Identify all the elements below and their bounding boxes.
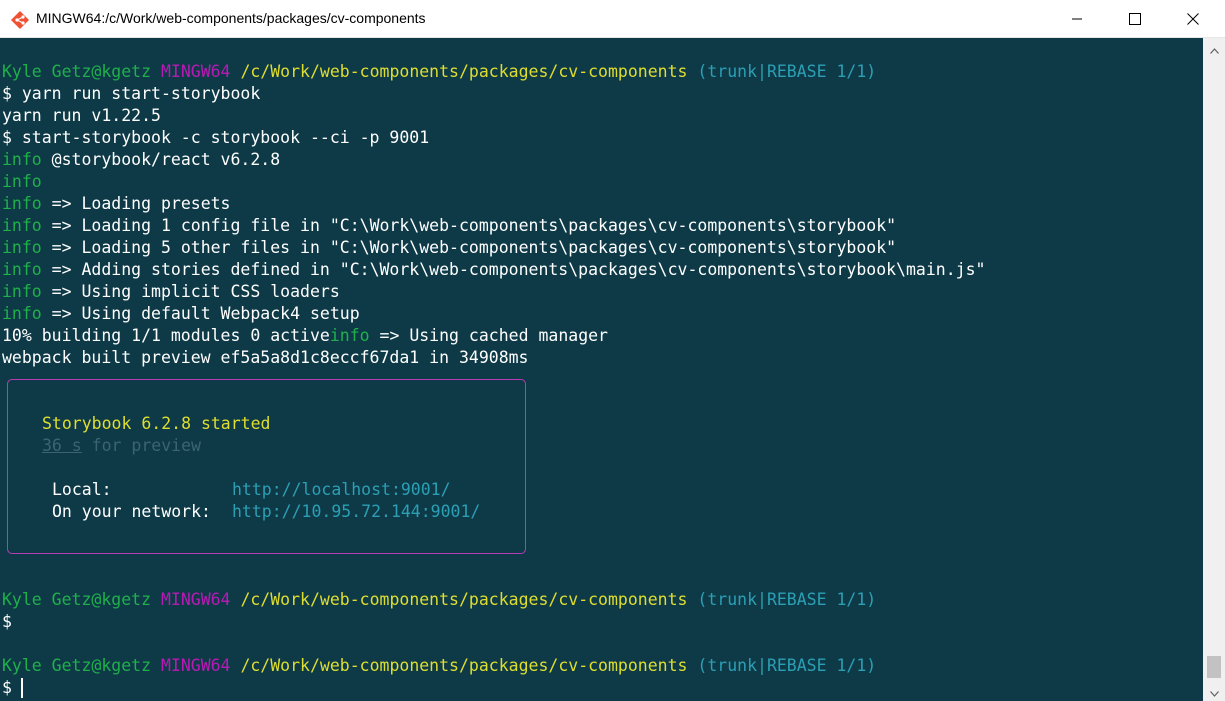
- log-line: info => Loading presets: [2, 194, 231, 213]
- git-bash-icon: [10, 10, 30, 30]
- log-line: info => Adding stories defined in "C:\Wo…: [2, 260, 986, 279]
- scroll-down-arrow-icon: [1209, 682, 1219, 701]
- log-line: info => Using default Webpack4 setup: [2, 304, 360, 323]
- prompt-symbol: $: [2, 612, 12, 631]
- local-url-link[interactable]: http://localhost:9001/: [232, 479, 451, 501]
- prompt-path: /c/Work/web-components/packages/cv-compo…: [240, 590, 688, 609]
- prompt-line: Kyle Getz@kgetz MINGW64 /c/Work/web-comp…: [2, 655, 876, 677]
- prompt-path: /c/Work/web-components/packages/cv-compo…: [240, 656, 688, 675]
- window-title: MINGW64:/c/Work/web-components/packages/…: [36, 10, 426, 26]
- network-label: On your network:: [52, 502, 211, 521]
- command-text: yarn run start-storybook: [11, 84, 261, 103]
- log-line: info => Loading 1 config file in "C:\Wor…: [2, 216, 897, 235]
- prompt-line: Kyle Getz@kgetz MINGW64 /c/Work/web-comp…: [2, 589, 876, 611]
- close-icon: [1187, 13, 1199, 25]
- minimize-button[interactable]: [1048, 0, 1106, 38]
- info-tag: info: [2, 194, 42, 213]
- info-tag: info: [2, 260, 42, 279]
- terminal-output[interactable]: Kyle Getz@kgetz MINGW64 /c/Work/web-comp…: [0, 38, 1203, 701]
- log-line: webpack built preview ef5a5a8d1c8eccf67d…: [2, 348, 529, 367]
- close-button[interactable]: [1164, 0, 1222, 38]
- network-url-link[interactable]: http://10.95.72.144:9001/: [232, 501, 480, 523]
- prompt-branch: (trunk|REBASE 1/1): [697, 656, 877, 675]
- minimize-icon: [1071, 13, 1083, 25]
- log-line: yarn run v1.22.5: [2, 106, 161, 125]
- scroll-up-button[interactable]: [1203, 38, 1225, 58]
- prompt-env: MINGW64: [160, 656, 231, 675]
- log-line: $ start-storybook -c storybook --ci -p 9…: [2, 128, 430, 147]
- preview-time-text: 36 s for preview: [42, 436, 201, 455]
- prompt-branch: (trunk|REBASE 1/1): [697, 62, 877, 81]
- info-tag: info: [2, 304, 42, 323]
- local-label: Local:: [52, 480, 112, 499]
- prompt-symbol: $: [2, 84, 12, 103]
- prompt-path: /c/Work/web-components/packages/cv-compo…: [240, 62, 688, 81]
- vertical-scrollbar[interactable]: [1203, 38, 1225, 701]
- prompt-user: Kyle Getz@kgetz: [2, 62, 152, 81]
- storybook-started-text: Storybook 6.2.8 started: [42, 414, 271, 433]
- info-tag: info: [2, 282, 42, 301]
- log-line: info @storybook/react v6.2.8: [2, 150, 281, 169]
- log-line: 10% building 1/1 modules 0 activeinfo =>…: [2, 326, 608, 345]
- prompt-user: Kyle Getz@kgetz: [2, 590, 152, 609]
- prompt-line: Kyle Getz@kgetz MINGW64 /c/Work/web-comp…: [2, 61, 876, 83]
- maximize-button[interactable]: [1106, 0, 1164, 38]
- scroll-down-button[interactable]: [1203, 681, 1225, 701]
- title-bar: MINGW64:/c/Work/web-components/packages/…: [0, 0, 1225, 38]
- info-tag: info: [2, 238, 42, 257]
- log-line: info => Using implicit CSS loaders: [2, 282, 340, 301]
- log-line: info => Loading 5 other files in "C:\Wor…: [2, 238, 897, 257]
- info-tag: info: [2, 172, 42, 191]
- info-tag: info: [2, 216, 42, 235]
- prompt-env: MINGW64: [160, 590, 231, 609]
- scroll-up-arrow-icon: [1209, 39, 1219, 58]
- info-tag: info: [329, 326, 370, 345]
- command-line: $ yarn run start-storybook: [2, 83, 260, 105]
- text-cursor: [21, 678, 23, 698]
- scrollbar-thumb[interactable]: [1207, 656, 1221, 678]
- storybook-started-box: [7, 379, 526, 554]
- info-tag: info: [2, 150, 42, 169]
- log-line: info: [2, 171, 42, 193]
- prompt-user: Kyle Getz@kgetz: [2, 656, 152, 675]
- prompt-symbol: $: [2, 678, 12, 697]
- maximize-icon: [1129, 13, 1141, 25]
- prompt-branch: (trunk|REBASE 1/1): [697, 590, 877, 609]
- prompt-env: MINGW64: [160, 62, 231, 81]
